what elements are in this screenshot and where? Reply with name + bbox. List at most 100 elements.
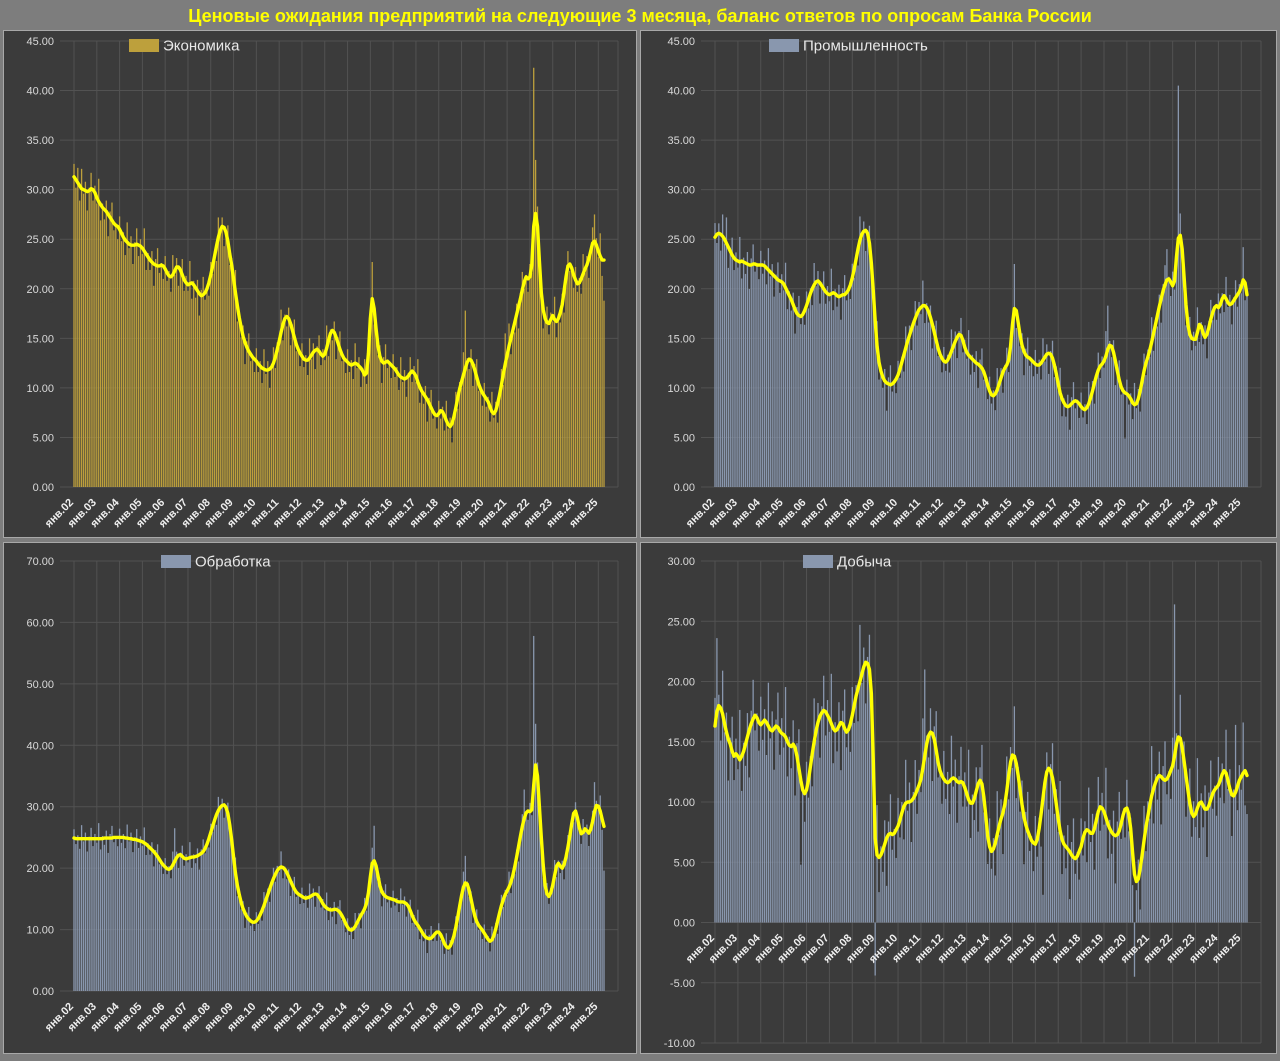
- bar: [147, 253, 149, 487]
- y-tick-label: 20.00: [667, 284, 695, 296]
- bar: [517, 861, 520, 991]
- bar: [1219, 797, 1221, 923]
- bar: [90, 827, 92, 991]
- bar: [401, 904, 404, 991]
- bar: [895, 857, 897, 923]
- bar: [584, 831, 586, 991]
- bar: [1078, 417, 1080, 487]
- bar: [329, 329, 332, 487]
- bar: [1130, 393, 1132, 487]
- bar: [794, 795, 796, 923]
- bar: [464, 310, 466, 487]
- bar: [286, 326, 288, 487]
- bar: [857, 265, 859, 487]
- bar: [720, 250, 722, 487]
- bar: [485, 406, 487, 487]
- bar: [552, 321, 554, 487]
- bar: [1067, 394, 1069, 487]
- bar: [174, 274, 176, 487]
- bar: [99, 849, 102, 991]
- bar: [73, 163, 75, 487]
- bar: [413, 915, 415, 991]
- bar: [422, 403, 425, 487]
- y-tick-label: 25.00: [667, 616, 695, 628]
- bar: [590, 827, 592, 991]
- y-tick-label: 45.00: [26, 36, 54, 48]
- bar: [517, 328, 520, 487]
- bar: [815, 286, 817, 487]
- bar: [284, 314, 286, 487]
- bar: [987, 399, 989, 487]
- bar: [105, 830, 107, 991]
- bar: [288, 307, 290, 487]
- y-tick-label: 20.00: [667, 677, 695, 689]
- bar: [1114, 883, 1117, 923]
- bar: [878, 379, 880, 487]
- bar: [132, 264, 134, 487]
- bar: [1048, 809, 1050, 923]
- bar: [506, 361, 508, 487]
- bar: [775, 719, 777, 923]
- bar: [893, 828, 895, 923]
- y-tick-label: 15.00: [667, 333, 695, 345]
- bar: [382, 357, 385, 487]
- bar: [103, 219, 106, 487]
- bars: [714, 85, 1248, 488]
- bar: [130, 832, 132, 991]
- bar: [918, 301, 920, 487]
- bar: [781, 718, 783, 923]
- bar: [1179, 694, 1181, 923]
- bar: [280, 851, 282, 991]
- bar: [457, 408, 459, 487]
- bar: [219, 234, 221, 487]
- bar: [1187, 321, 1189, 487]
- bar: [603, 300, 605, 487]
- bar: [407, 373, 409, 487]
- bar: [274, 881, 277, 991]
- bar: [1238, 284, 1241, 487]
- bar: [223, 246, 225, 487]
- bar: [838, 284, 840, 487]
- bar: [1101, 356, 1103, 487]
- bar: [510, 893, 512, 991]
- bar: [343, 356, 345, 487]
- bar: [468, 897, 470, 991]
- bar: [937, 355, 939, 487]
- bar: [891, 849, 893, 923]
- y-tick-label: 0.00: [33, 482, 54, 494]
- bar: [156, 248, 159, 487]
- bar: [874, 327, 876, 487]
- bar: [369, 880, 371, 991]
- bar: [1008, 372, 1010, 487]
- bar: [521, 814, 523, 991]
- bar: [557, 860, 560, 991]
- bar: [838, 702, 840, 923]
- bar: [238, 313, 240, 487]
- bar: [124, 255, 126, 487]
- y-tick-label: 10.00: [26, 383, 54, 395]
- bar: [168, 270, 170, 487]
- bar: [225, 805, 227, 991]
- legend: Экономика: [129, 38, 240, 55]
- bar: [1152, 823, 1155, 923]
- bar: [979, 767, 981, 923]
- bar: [828, 301, 831, 487]
- bar: [754, 271, 756, 487]
- bar: [515, 849, 518, 991]
- bar: [1246, 814, 1248, 923]
- bar: [1044, 791, 1046, 923]
- bar: [255, 348, 258, 487]
- bar: [563, 879, 565, 991]
- bar: [136, 829, 138, 991]
- bar: [177, 868, 180, 991]
- app-window: Ценовые ожидания предприятий на следующи…: [0, 0, 1280, 1061]
- bar: [823, 271, 825, 487]
- bar: [958, 331, 960, 487]
- bar: [352, 939, 354, 991]
- panel-industry: 0.00 5.00 10.00 15.00 20.00 25.00 30.00 35.00 40…: [640, 30, 1277, 538]
- bar: [1099, 378, 1101, 487]
- bar: [202, 839, 204, 991]
- bar: [937, 777, 939, 923]
- bar: [1154, 320, 1157, 487]
- bar: [1109, 819, 1111, 923]
